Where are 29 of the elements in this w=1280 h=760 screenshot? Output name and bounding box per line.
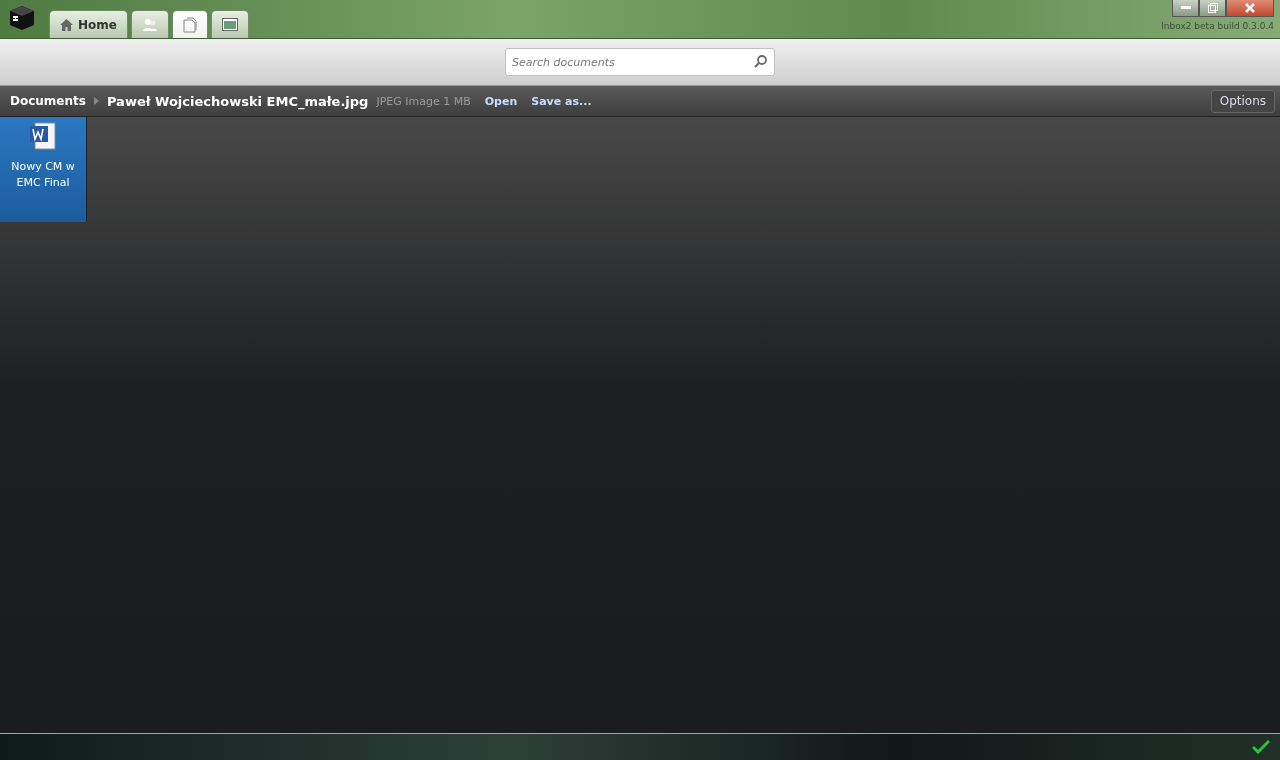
check-icon	[1252, 740, 1270, 754]
chevron-icon	[93, 97, 99, 105]
document-tile[interactable]: Nowy CM w EMC Final	[0, 117, 87, 222]
file-name: Paweł Wojciechowski EMC_małe.jpg	[106, 93, 369, 109]
minimize-button[interactable]	[1172, 0, 1199, 17]
search-icon	[754, 55, 767, 68]
tab[interactable]	[130, 10, 169, 38]
file-info: JPEG Image 1 MB	[376, 94, 471, 108]
restore-icon	[1207, 3, 1218, 13]
action-link[interactable]: Save as...	[531, 94, 592, 108]
search-field[interactable]: Search documents	[505, 48, 775, 76]
tab[interactable]	[171, 10, 208, 38]
cube-logo-icon	[8, 4, 36, 32]
word-document-icon	[27, 121, 59, 153]
action-link[interactable]: Open	[484, 94, 518, 108]
build-version: Inbox2 beta build 0.3.0.4	[1161, 21, 1274, 31]
breadcrumb-root: Documents	[10, 94, 86, 108]
home-tab[interactable]: Home	[49, 10, 128, 38]
picture-icon	[221, 18, 238, 31]
document-name: Nowy CM w EMC Final	[10, 159, 76, 191]
home-icon	[60, 18, 73, 31]
tab[interactable]	[210, 10, 249, 38]
restore-button[interactable]	[1199, 0, 1226, 17]
close-button[interactable]	[1226, 0, 1274, 17]
people-icon	[141, 17, 158, 32]
close-icon	[1245, 3, 1255, 13]
document-icon	[182, 16, 197, 33]
options-button[interactable]: Options	[1210, 89, 1275, 113]
minimize-icon	[1180, 6, 1191, 10]
